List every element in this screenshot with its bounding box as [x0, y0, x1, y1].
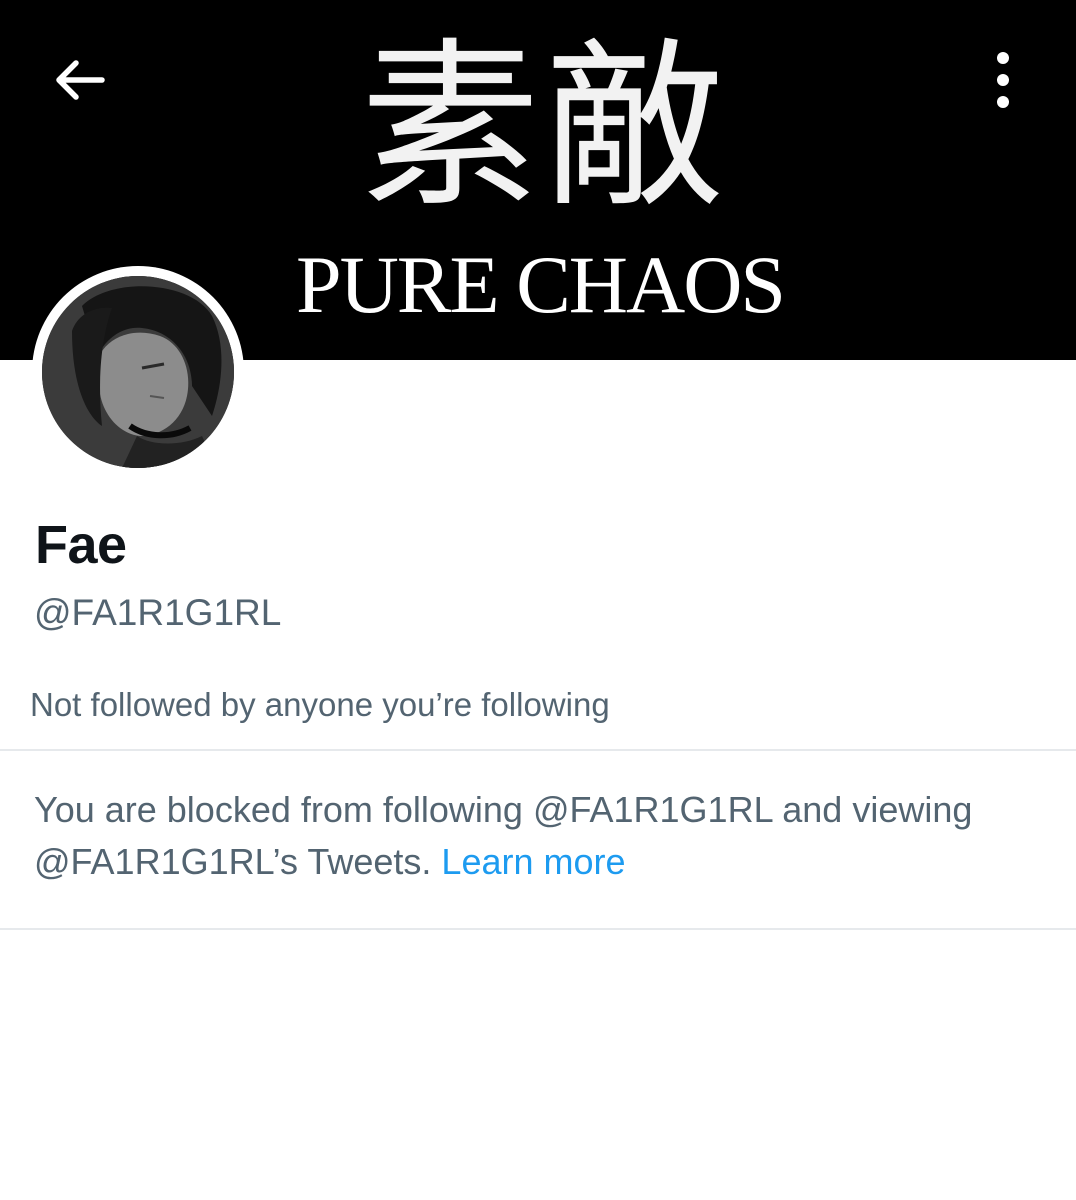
followers-you-know-note: Not followed by anyone you’re following — [30, 686, 610, 723]
arrow-left-icon — [56, 60, 105, 100]
banner-kanji-text: 素敵 — [359, 23, 728, 232]
back-button[interactable] — [40, 44, 120, 116]
divider — [0, 749, 1076, 751]
profile-handle: @FA1R1G1RL — [34, 592, 282, 633]
avatar-ring — [32, 266, 244, 478]
profile-display-name: Fae — [35, 515, 127, 575]
avatar[interactable] — [42, 276, 234, 468]
avatar-portrait-image — [42, 276, 234, 468]
blocked-notice: You are blocked from following @FA1R1G1R… — [34, 784, 1044, 888]
more-options-button[interactable] — [970, 40, 1036, 120]
vertical-ellipsis-icon — [997, 52, 1009, 108]
learn-more-link[interactable]: Learn more — [441, 841, 625, 882]
divider — [0, 928, 1076, 930]
